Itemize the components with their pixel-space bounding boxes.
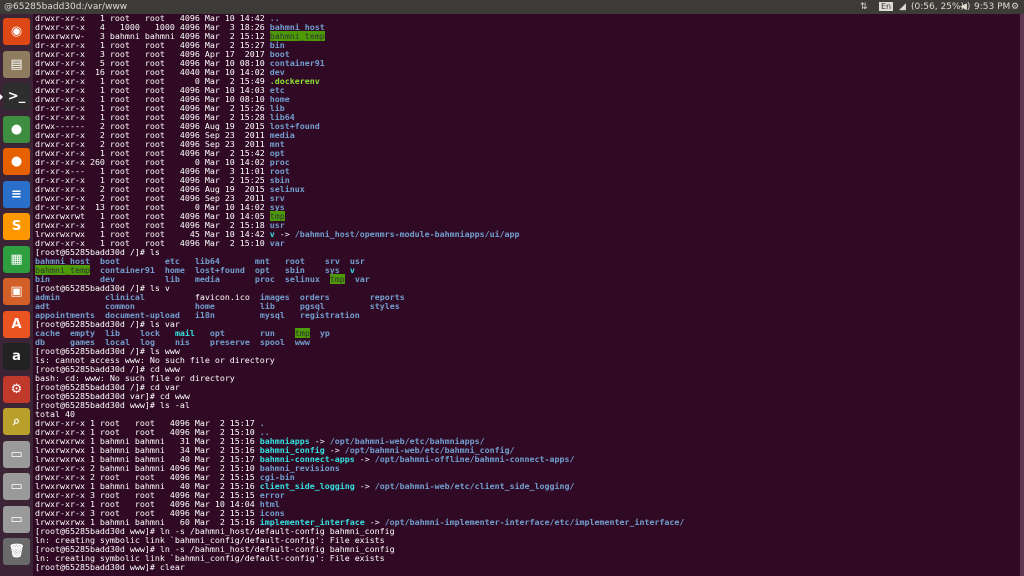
drive-2-icon[interactable]: ▭ <box>3 473 30 500</box>
transfer-icon[interactable]: ⇅ <box>860 1 868 13</box>
file-entry: /opt/bahmni-offline/bahmni-connect-apps/ <box>374 454 575 464</box>
file-entry: styles <box>369 301 400 311</box>
sublime-icon[interactable]: S <box>3 213 30 240</box>
battery-indicator[interactable]: (0:56, 25%) <box>911 1 964 13</box>
terminal-text: -> <box>354 481 375 491</box>
firefox-icon[interactable]: ● <box>3 148 30 175</box>
file-entry: /bahmni_host/openmrs-module-bahmniapps/u… <box>294 229 520 239</box>
image-viewer-icon[interactable]: ⌕ <box>3 408 30 435</box>
terminal-output[interactable]: drwxr-xr-x 1 root root 4096 Mar 10 14:42… <box>33 14 1024 576</box>
file-entry: i18n <box>194 310 215 320</box>
file-entry: registration <box>299 310 360 320</box>
terminal-lines: drwxr-xr-x 1 root root 4096 Mar 10 14:42… <box>35 14 684 572</box>
ubuntu-dash-icon[interactable]: ◉ <box>3 18 30 45</box>
wifi-icon[interactable]: ◢ <box>899 1 906 13</box>
files-icon[interactable]: ▤ <box>3 50 30 78</box>
file-entry: proc <box>254 274 275 284</box>
file-entry: spool <box>259 337 285 347</box>
keyboard-layout-indicator[interactable]: En <box>879 1 894 13</box>
file-entry: yp <box>319 328 330 338</box>
writer-icon[interactable]: ≡ <box>3 180 30 208</box>
trash-icon[interactable]: 🗑 <box>3 538 30 565</box>
file-entry: selinux <box>284 274 320 284</box>
terminal-line: [root@65285badd30d www]# ls -al <box>35 401 684 410</box>
volume-icon[interactable]: ◀) <box>960 1 970 13</box>
file-entry: var <box>354 274 370 284</box>
terminal-text: [root@65285badd30d www]# clear <box>35 562 185 572</box>
terminal-scrollbar[interactable] <box>1020 14 1024 576</box>
calc-icon[interactable]: ▦ <box>3 245 30 273</box>
chrome-icon[interactable]: ● <box>3 115 30 143</box>
file-entry: var <box>269 238 285 248</box>
clock[interactable]: 9:53 PM <box>974 1 1010 13</box>
drive-3-icon[interactable]: ▭ <box>3 505 30 533</box>
drive-1-icon[interactable]: ▭ <box>3 440 30 468</box>
power-gear-icon[interactable]: ⚙ <box>1011 1 1019 13</box>
terminal-icon[interactable]: >_ <box>0 83 30 110</box>
file-entry: mysql <box>259 310 285 320</box>
amazon-icon[interactable]: a <box>3 343 30 370</box>
terminal-line: [root@65285badd30d www]# clear <box>35 563 684 572</box>
top-panel: @65285badd30d:/var/www ⇅ En ◢ (0:56, 25%… <box>0 0 1024 14</box>
software-center-icon[interactable]: A <box>3 310 30 338</box>
terminal-text: -> <box>354 454 375 464</box>
file-entry: www <box>294 337 310 347</box>
file-entry: preserve <box>209 337 250 347</box>
file-entry: tmp <box>329 274 345 284</box>
settings-icon[interactable]: ⚙ <box>3 375 30 403</box>
launcher: ◉ ▤ >_ ● ● ≡ S ▦ ▣ Aa ⚙ ⌕ ▭ ▭ ▭ 🗑 <box>0 14 33 576</box>
impress-icon[interactable]: ▣ <box>3 278 30 305</box>
window-title: @65285badd30d:/var/www <box>4 2 128 12</box>
file-entry: /opt/bahmni-web/etc/client_side_logging/ <box>374 481 575 491</box>
file-entry: media <box>194 274 220 284</box>
file-entry: /opt/bahmni-implementer-interface/etc/im… <box>384 517 685 527</box>
